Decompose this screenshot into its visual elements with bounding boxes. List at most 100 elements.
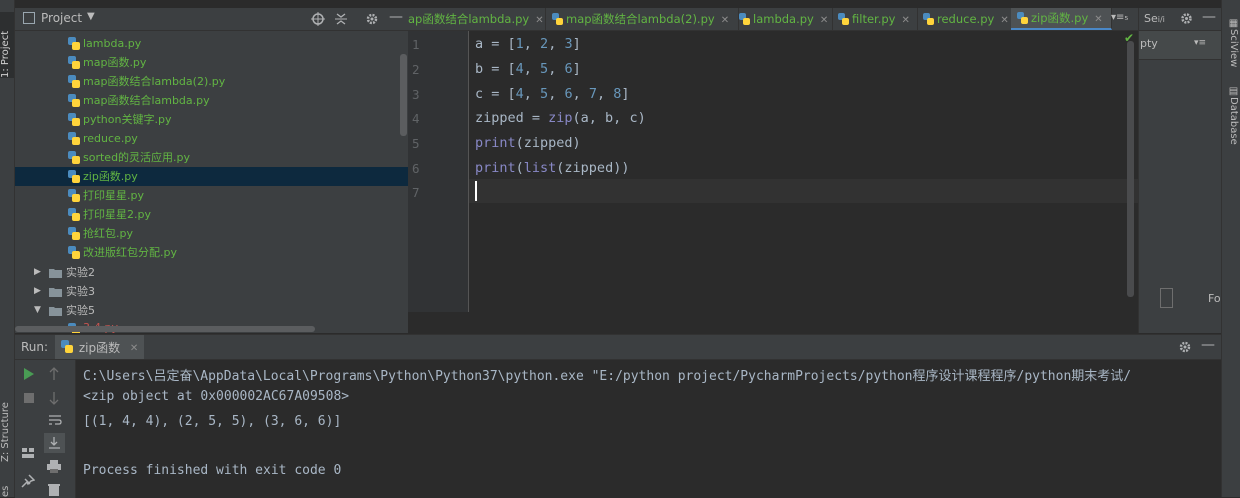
structure-tool-tab[interactable]: Z: Structure <box>0 392 14 462</box>
editor-tab-label: reduce.py <box>937 12 995 26</box>
editor-tab[interactable]: map函数结合lambda(2).py ✕ <box>546 8 739 30</box>
stop-icon[interactable] <box>23 392 35 404</box>
plot-placeholder-icon <box>1160 288 1173 308</box>
editor-tab[interactable]: filter.py ✕ <box>832 8 918 30</box>
project-horizontal-scrollbar[interactable] <box>15 326 315 332</box>
run-toolbar <box>15 360 76 498</box>
clear-all-icon[interactable] <box>48 483 60 496</box>
editor-tab-label: filter.py <box>852 12 896 26</box>
editor-tab[interactable]: reduce.py ✕ <box>917 8 1018 30</box>
hide-panel-icon[interactable]: — <box>1202 9 1216 25</box>
editor-tab[interactable]: ap函数结合lambda.py ✕ <box>408 8 546 30</box>
expand-arrow-icon[interactable]: ▶ <box>34 263 41 282</box>
tree-folder-label: 实验5 <box>66 304 95 317</box>
scroll-to-end-icon <box>49 437 60 449</box>
layout-icon[interactable] <box>21 447 35 459</box>
tree-file-row[interactable]: 改进版红包分配.py <box>15 243 408 262</box>
project-tool-tab[interactable]: 1: Project <box>0 12 14 78</box>
print-icon[interactable] <box>47 460 61 473</box>
settings-gear-icon[interactable] <box>1180 12 1193 25</box>
python-file-icon <box>838 10 849 25</box>
run-config-tab[interactable]: zip函数 ✕ <box>55 335 145 359</box>
close-tab-icon[interactable]: ✕ <box>901 15 909 26</box>
down-arrow-icon[interactable] <box>48 391 60 405</box>
python-file-icon <box>68 151 80 164</box>
sciview-tool-tab[interactable]: ▦SciView <box>1225 18 1239 76</box>
folder-icon <box>49 269 62 278</box>
sciview-panel: Sei/i — pty ▾≡ For <box>1138 8 1222 333</box>
tree-folder-row[interactable]: ▼ 实验5 <box>15 301 408 320</box>
python-file-icon <box>68 94 80 107</box>
hide-panel-icon[interactable]: — <box>389 9 403 25</box>
editor-tab-label: ap函数结合lambda.py <box>408 12 530 26</box>
code-line-5: print(zipped) <box>475 135 581 151</box>
tree-file-row[interactable]: 打印星星2.py <box>15 205 408 224</box>
soft-wrap-icon[interactable] <box>48 414 62 426</box>
python-file-icon <box>68 132 80 145</box>
close-tab-icon[interactable]: ✕ <box>721 15 729 26</box>
scroll-to-end-button[interactable] <box>44 433 65 453</box>
hide-panel-icon[interactable]: — <box>1201 337 1215 353</box>
collapse-arrow-icon[interactable]: ▼ <box>34 301 41 320</box>
project-view-icon <box>23 12 35 24</box>
tab-list-icon[interactable]: ▾≡ <box>1194 38 1206 48</box>
tree-file-row[interactable]: 抢红包.py <box>15 224 408 243</box>
run-output-command: C:\Users\吕定奋\AppData\Local\Programs\Pyth… <box>83 369 1132 384</box>
tree-file-row[interactable]: lambda.py <box>15 34 408 53</box>
close-tab-icon[interactable]: ✕ <box>1000 15 1008 26</box>
settings-gear-icon[interactable] <box>365 12 379 26</box>
line-number-gutter: 1 2 3 4 5 6 7 <box>408 31 469 312</box>
right-tool-strip: ▦SciView ▤Database <box>1221 0 1240 497</box>
tree-file-label: reduce.py <box>83 132 138 145</box>
sciview-tab[interactable]: pty <box>1140 37 1158 50</box>
tree-file-row[interactable]: map函数.py <box>15 53 408 72</box>
tree-file-label: map函数结合lambda.py <box>83 94 210 107</box>
tree-file-row-selected[interactable]: zip函数.py <box>15 167 408 186</box>
python-file-icon <box>68 113 80 126</box>
tree-folder-row[interactable]: ▶ 实验3 <box>15 282 408 301</box>
run-output-exit: Process finished with exit code 0 <box>83 463 342 478</box>
editor-tab[interactable]: lambda.py ✕ <box>733 8 833 30</box>
sciview-footer-text: For <box>1208 292 1222 305</box>
tree-file-row[interactable]: 打印星星.py <box>15 186 408 205</box>
close-tab-icon[interactable]: ✕ <box>1094 14 1102 25</box>
tree-file-row[interactable]: map函数结合lambda(2).py <box>15 72 408 91</box>
favorites-tool-tab[interactable]: es <box>0 478 14 497</box>
tree-file-label: python关键字.py <box>83 113 172 126</box>
tree-file-label: sorted的灵活应用.py <box>83 151 191 164</box>
editor-tab-bar: ap函数结合lambda.py ✕ map函数结合lambda(2).py ✕ la… <box>408 8 1138 31</box>
rerun-icon[interactable] <box>23 367 35 381</box>
editor-tab-active[interactable]: zip函数.py ✕ <box>1011 8 1112 30</box>
project-vertical-scrollbar[interactable] <box>400 54 407 136</box>
code-editor[interactable]: 1 2 3 4 5 6 7 a = [1, 2, 3] b = [4, 5, 6… <box>408 31 1138 312</box>
close-tab-icon[interactable]: ✕ <box>820 15 828 26</box>
expand-arrow-icon[interactable]: ▶ <box>34 282 41 301</box>
sciview-tab-row: pty ▾≡ <box>1139 31 1222 60</box>
locate-icon[interactable] <box>311 12 325 26</box>
tree-file-row[interactable]: map函数结合lambda.py <box>15 91 408 110</box>
tree-file-row[interactable]: sorted的灵活应用.py <box>15 148 408 167</box>
database-tool-tab[interactable]: ▤Database <box>1225 86 1239 150</box>
tree-file-row[interactable]: reduce.py <box>15 129 408 148</box>
editor-scrollbar[interactable] <box>1127 41 1134 297</box>
line-number: 3 <box>412 87 420 102</box>
database-icon: ▤ <box>1228 86 1239 97</box>
tab-overflow-icon[interactable]: ▾≡₅ <box>1111 12 1128 23</box>
tree-folder-row[interactable]: ▶ 实验2 <box>15 263 408 282</box>
collapse-all-icon[interactable] <box>335 12 347 26</box>
tree-folder-label: 实验2 <box>66 266 95 279</box>
tree-file-label: zip函数.py <box>83 170 138 183</box>
tree-file-row[interactable]: python关键字.py <box>15 110 408 129</box>
sciview-icon: ▦ <box>1228 18 1239 29</box>
up-arrow-icon[interactable] <box>48 367 60 381</box>
close-tab-icon[interactable]: ✕ <box>130 343 138 354</box>
settings-gear-icon[interactable] <box>1178 340 1192 354</box>
folder-icon <box>49 288 62 297</box>
close-tab-icon[interactable]: ✕ <box>535 15 543 26</box>
sciview-panel-title: Sei/i <box>1144 12 1165 25</box>
text-caret <box>475 181 477 201</box>
pin-icon[interactable] <box>21 474 35 488</box>
python-file-icon <box>552 10 563 25</box>
project-view-dropdown-icon[interactable]: ▼ <box>87 11 95 22</box>
python-file-icon <box>68 246 80 259</box>
